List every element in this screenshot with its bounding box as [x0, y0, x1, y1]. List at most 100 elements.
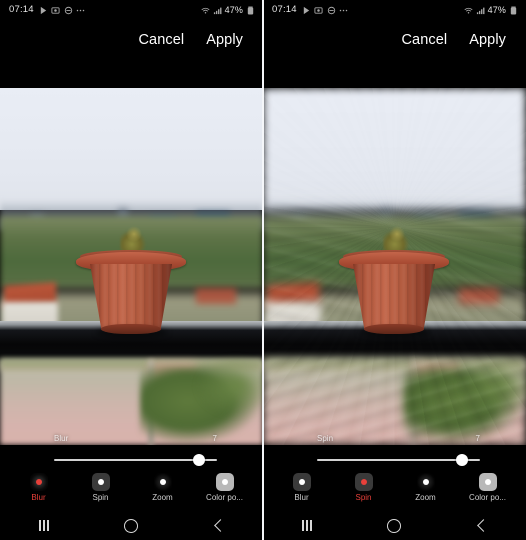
color-point-icon: [215, 473, 234, 491]
panel-right-spin: 07:14 47% Cancel Apply Spin 7 Blur Spin …: [263, 0, 526, 540]
recents-button[interactable]: [283, 511, 331, 540]
flower-pot-subject: [76, 224, 186, 337]
status-bar-time: 07:14: [272, 4, 297, 16]
effect-blur-label: Blur: [31, 493, 46, 502]
android-nav-bar: [0, 511, 263, 540]
home-button[interactable]: [370, 511, 418, 540]
slider-track-wrap[interactable]: [317, 448, 480, 472]
spin-icon: [91, 473, 110, 491]
home-icon: [387, 518, 402, 533]
photo-scene-spin: [263, 88, 526, 445]
recents-icon: [39, 520, 49, 531]
android-nav-bar: [263, 511, 526, 540]
pot-base: [364, 324, 424, 334]
more-icons: [340, 9, 348, 11]
home-button[interactable]: [107, 511, 155, 540]
status-bar-left-icons: [302, 6, 349, 15]
effect-spin[interactable]: Spin: [79, 473, 123, 502]
back-icon: [477, 519, 491, 532]
flower-pot-subject: [339, 224, 449, 337]
status-bar-time: 07:14: [9, 4, 34, 16]
pot-ribbing: [353, 264, 435, 330]
battery-icon: [510, 6, 517, 14]
spin-icon-dot: [360, 479, 367, 485]
back-icon: [214, 519, 228, 532]
home-icon: [124, 518, 139, 533]
effect-spin[interactable]: Spin: [342, 473, 386, 502]
color-point-icon-dot: [484, 479, 491, 485]
do-not-disturb-icon: [327, 6, 335, 14]
slider-value-label: 7: [212, 433, 217, 443]
recents-icon: [302, 520, 312, 531]
effect-zoom[interactable]: Zoom: [141, 473, 185, 502]
zoom-icon-dot: [422, 479, 429, 485]
play-store-icon: [303, 6, 309, 14]
battery-percent-label: 47%: [224, 4, 243, 15]
effect-zoom[interactable]: Zoom: [404, 473, 448, 502]
wifi-icon: [201, 7, 210, 13]
more-icons: [77, 9, 85, 11]
panel-divider: [262, 0, 264, 540]
plant-foliage: [389, 226, 405, 242]
color-point-icon-dot: [221, 479, 228, 485]
far-roof: [196, 288, 236, 304]
effect-color-point[interactable]: Color po...: [466, 473, 510, 502]
photo-preview[interactable]: Blur 7: [0, 88, 263, 445]
slider-value-label: 7: [475, 433, 480, 443]
effect-color-point[interactable]: Color po...: [203, 473, 247, 502]
effects-toolbar: Blur Spin Zoom Color po...: [263, 473, 526, 511]
blur-icon-dot: [298, 479, 305, 485]
panel-left-blur: 07:14 47% Cancel Apply Blur 7 Blur Spin …: [0, 0, 263, 540]
status-bar-right-icons: 47%: [464, 4, 518, 15]
blur-icon: [29, 473, 48, 491]
slider-thumb[interactable]: [192, 454, 205, 466]
pot-base: [101, 324, 161, 334]
slider-caption-overlay: Spin 7: [263, 432, 526, 445]
screenshot-icon: [314, 6, 323, 14]
intensity-slider[interactable]: [263, 445, 526, 475]
spin-icon: [354, 473, 373, 491]
sky-region: [263, 88, 526, 210]
photo-preview[interactable]: Spin 7: [263, 88, 526, 445]
status-bar-left-icons: [39, 6, 86, 15]
back-button[interactable]: [195, 511, 243, 540]
spin-icon-dot: [97, 479, 104, 485]
slider-effect-label: Spin: [317, 433, 334, 443]
battery-icon: [247, 6, 254, 14]
effect-blur-label: Blur: [294, 493, 309, 502]
slider-effect-label: Blur: [54, 433, 69, 443]
sky-region: [0, 88, 263, 210]
slider-caption-overlay: Blur 7: [0, 432, 263, 445]
wifi-icon: [464, 7, 473, 13]
effect-blur[interactable]: Blur: [280, 473, 324, 502]
effect-color-point-label: Color po...: [469, 493, 506, 502]
status-bar: 07:14 47%: [263, 0, 526, 20]
bush-region: [196, 356, 263, 416]
effect-spin-label: Spin: [355, 493, 372, 502]
zoom-icon-dot: [159, 479, 166, 485]
slider-thumb[interactable]: [455, 454, 468, 466]
back-button[interactable]: [458, 511, 506, 540]
dual-screenshot-comparison: 07:14 47% Cancel Apply Blur 7 Blur Spin …: [0, 0, 526, 540]
slider-track-wrap[interactable]: [54, 448, 217, 472]
play-store-icon: [40, 6, 46, 14]
blur-icon-dot: [35, 479, 42, 485]
editor-action-bar: Cancel Apply: [263, 20, 526, 60]
effect-zoom-label: Zoom: [415, 493, 436, 502]
apply-button[interactable]: Apply: [467, 29, 508, 52]
intensity-slider[interactable]: [0, 445, 263, 475]
effect-blur[interactable]: Blur: [17, 473, 61, 502]
apply-button[interactable]: Apply: [204, 29, 245, 52]
screenshot-icon: [51, 6, 60, 14]
cancel-button[interactable]: Cancel: [136, 29, 186, 52]
photo-scene-blur: [0, 88, 263, 445]
effect-color-point-label: Color po...: [206, 493, 243, 502]
effect-spin-label: Spin: [92, 493, 109, 502]
do-not-disturb-icon: [64, 6, 72, 14]
cancel-button[interactable]: Cancel: [399, 29, 449, 52]
battery-percent-label: 47%: [487, 4, 506, 15]
status-bar: 07:14 47%: [0, 0, 263, 20]
recents-button[interactable]: [20, 511, 68, 540]
pot-ribbing: [90, 264, 172, 330]
blur-icon: [292, 473, 311, 491]
